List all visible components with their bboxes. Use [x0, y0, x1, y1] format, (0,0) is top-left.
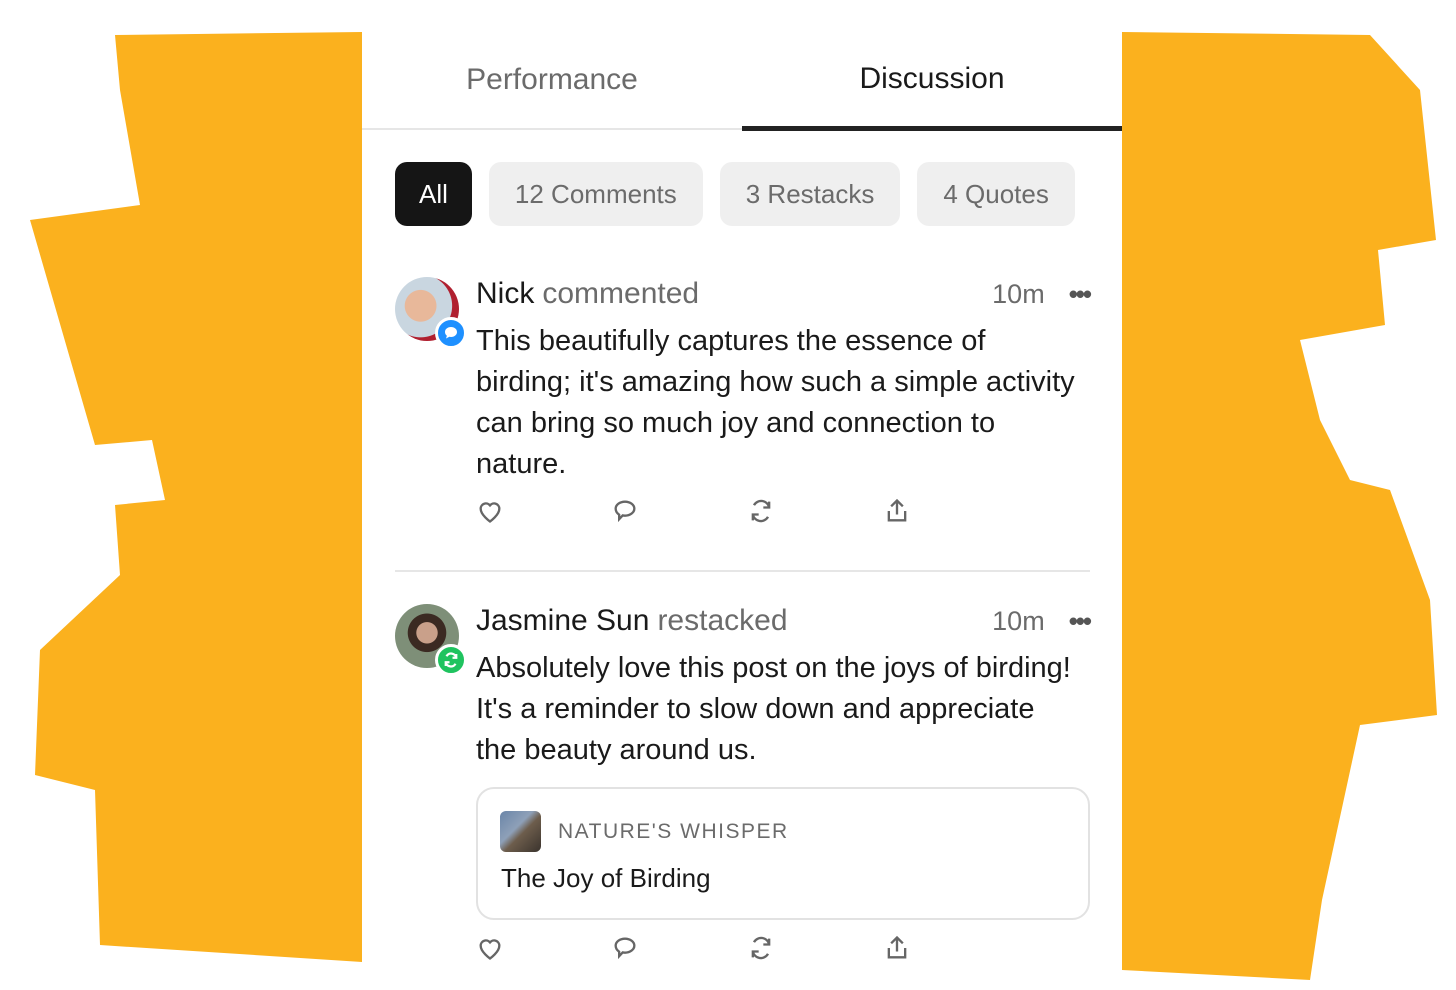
publication-name: NATURE'S WHISPER — [558, 820, 789, 844]
restack-icon — [435, 644, 467, 676]
more-options-icon[interactable]: ••• — [1069, 606, 1090, 637]
publication-logo — [500, 811, 541, 852]
discussion-panel: Performance Discussion All 12 Comments 3… — [362, 32, 1122, 990]
author-name[interactable]: Jasmine Sun — [476, 604, 649, 638]
share-icon[interactable] — [883, 497, 911, 525]
comment-icon — [435, 317, 467, 349]
action-text: restacked — [657, 604, 787, 638]
timestamp: 10m — [992, 606, 1045, 637]
action-text: commented — [542, 277, 699, 311]
filter-comments[interactable]: 12 Comments — [489, 162, 703, 226]
timestamp: 10m — [992, 279, 1045, 310]
like-heart-icon[interactable] — [476, 934, 504, 962]
filter-restacks[interactable]: 3 Restacks — [720, 162, 901, 226]
restack-icon[interactable] — [747, 497, 775, 525]
filter-all[interactable]: All — [395, 162, 472, 226]
tab-discussion[interactable]: Discussion — [742, 32, 1122, 131]
tab-performance[interactable]: Performance — [362, 32, 742, 128]
author-name[interactable]: Nick — [476, 277, 534, 311]
share-icon[interactable] — [883, 934, 911, 962]
comment-icon[interactable] — [611, 497, 639, 525]
restack-icon[interactable] — [747, 934, 775, 962]
post-title: The Joy of Birding — [501, 863, 711, 894]
post-header: Jasmine Sun restacked 10m ••• — [476, 604, 1090, 638]
quoted-post-card[interactable]: NATURE'S WHISPER The Joy of Birding — [476, 787, 1090, 920]
filter-pills: All 12 Comments 3 Restacks 4 Quotes — [362, 130, 1122, 226]
action-bar — [476, 497, 911, 525]
filter-quotes[interactable]: 4 Quotes — [917, 162, 1075, 226]
comment-body: This beautifully captures the essence of… — [476, 321, 1076, 485]
restack-body: Absolutely love this post on the joys of… — [476, 648, 1076, 771]
action-bar — [476, 934, 911, 962]
post-header: Nick commented 10m ••• — [476, 277, 1090, 311]
divider — [395, 570, 1090, 572]
more-options-icon[interactable]: ••• — [1069, 279, 1090, 310]
like-heart-icon[interactable] — [476, 497, 504, 525]
comment-icon[interactable] — [611, 934, 639, 962]
tab-bar: Performance Discussion — [362, 32, 1122, 130]
